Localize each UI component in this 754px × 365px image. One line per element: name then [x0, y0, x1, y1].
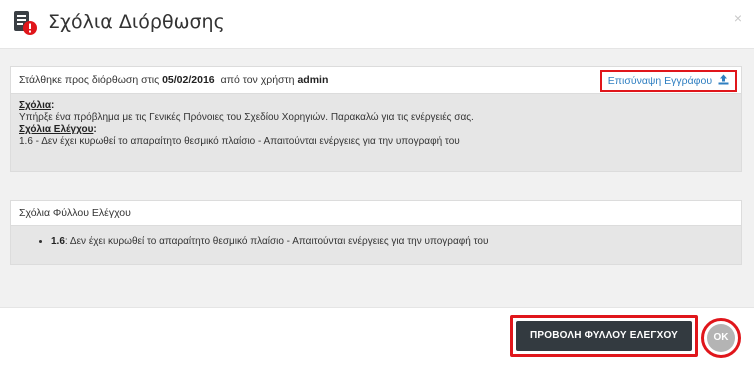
- sent-prefix: Στάλθηκε προς διόρθωση στις: [19, 74, 160, 86]
- checklist-items: 1.6: Δεν έχει κυρωθεί το απαραίτητο θεσμ…: [11, 226, 741, 247]
- comments-text: Υπήρξε ένα πρόβλημα με τις Γενικές Πρόνο…: [19, 112, 474, 123]
- view-checklist-button[interactable]: ΠΡΟΒΟΛΗ ΦΥΛΛΟΥ ΕΛΕΓΧΟΥ: [516, 321, 692, 351]
- dialog-body: Στάλθηκε προς διόρθωση στις 05/02/2016 απ…: [0, 49, 754, 307]
- dialog-header: Σχόλια Διόρθωσης ×: [0, 0, 754, 49]
- checklist-item-code: 1.6: [51, 236, 65, 247]
- dialog-footer: ΠΡΟΒΟΛΗ ΦΥΛΛΟΥ ΕΛΕΓΧΟΥ OK: [0, 307, 754, 365]
- comments-label: Σχόλια: [19, 100, 51, 111]
- checklist-panel-title: Σχόλια Φύλλου Ελέγχου: [11, 201, 741, 226]
- dialog-title: Σχόλια Διόρθωσης: [48, 11, 225, 33]
- user-name: admin: [297, 74, 329, 86]
- checklist-item-text: : Δεν έχει κυρωθεί το απαραίτητο θεσμικό…: [64, 236, 489, 247]
- list-item: 1.6: Δεν έχει κυρωθεί το απαραίτητο θεσμ…: [51, 236, 741, 247]
- by-user-prefix: από τον χρήστη: [220, 74, 295, 86]
- ok-button[interactable]: OK: [707, 324, 735, 352]
- correction-comments: Σχόλια: Υπήρξε ένα πρόβλημα με τις Γενικ…: [11, 94, 741, 154]
- upload-icon: [718, 74, 729, 85]
- attach-document-link[interactable]: Επισύναψη Εγγράφου: [599, 70, 737, 92]
- attach-document-label: Επισύναψη Εγγράφου: [607, 75, 713, 87]
- correction-panel-header: Στάλθηκε προς διόρθωση στις 05/02/2016 απ…: [11, 67, 741, 94]
- close-icon[interactable]: ×: [734, 10, 742, 26]
- check-comments-label: Σχόλια Ελέγχου: [19, 124, 94, 135]
- sent-date: 05/02/2016: [162, 74, 215, 86]
- document-alert-icon: [14, 11, 37, 35]
- correction-panel: Στάλθηκε προς διόρθωση στις 05/02/2016 απ…: [10, 66, 742, 172]
- check-comments-text: 1.6 - Δεν έχει κυρωθεί το απαραίτητο θεσ…: [19, 136, 460, 147]
- checklist-panel: Σχόλια Φύλλου Ελέγχου 1.6: Δεν έχει κυρω…: [10, 200, 742, 265]
